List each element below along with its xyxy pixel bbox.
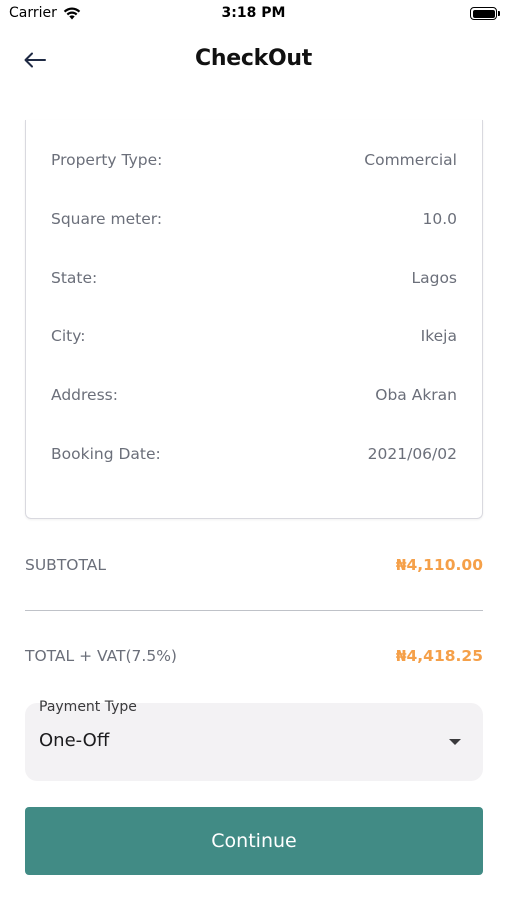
payment-type-value: One-Off [39, 730, 110, 751]
detail-value: Ikeja [420, 327, 457, 345]
status-bar: Carrier 3:18 PM [0, 0, 507, 28]
summary-divider [25, 610, 483, 611]
detail-value: Oba Akran [375, 386, 457, 404]
payment-type-dropdown[interactable]: Payment Type One-Off [25, 699, 483, 781]
detail-value: 10.0 [422, 210, 457, 228]
status-time: 3:18 PM [221, 5, 286, 21]
battery-icon [470, 7, 500, 20]
subtotal-label: SUBTOTAL [25, 556, 106, 574]
detail-row-city: City: Ikeja [51, 327, 457, 345]
detail-label: Square meter: [51, 210, 163, 228]
page-title: CheckOut [195, 46, 312, 71]
detail-row-address: Address: Oba Akran [51, 386, 457, 404]
detail-row-square-meter: Square meter: 10.0 [51, 210, 457, 228]
detail-row-property-type: Property Type: Commercial [51, 151, 457, 169]
detail-value: Lagos [411, 269, 457, 287]
detail-label: City: [51, 327, 86, 345]
nav-bar: CheckOut [0, 38, 507, 82]
detail-value: 2021/06/02 [367, 445, 457, 463]
detail-row-booking-date: Booking Date: 2021/06/02 [51, 445, 457, 463]
total-row: TOTAL + VAT(7.5%) ₦4,418.25 [25, 647, 483, 665]
detail-label: Booking Date: [51, 445, 161, 463]
detail-label: State: [51, 269, 98, 287]
total-label: TOTAL + VAT(7.5%) [25, 647, 177, 665]
booking-details-card: Property Type: Commercial Square meter: … [25, 120, 483, 519]
detail-row-state: State: Lagos [51, 269, 457, 287]
subtotal-row: SUBTOTAL ₦4,110.00 [25, 556, 483, 574]
payment-type-label: Payment Type [39, 699, 137, 715]
caret-down-icon [449, 739, 461, 745]
detail-value: Commercial [364, 151, 457, 169]
detail-label: Address: [51, 386, 118, 404]
subtotal-amount: ₦4,110.00 [395, 556, 483, 574]
detail-label: Property Type: [51, 151, 163, 169]
total-amount: ₦4,418.25 [395, 647, 483, 665]
continue-button[interactable]: Continue [25, 807, 483, 875]
